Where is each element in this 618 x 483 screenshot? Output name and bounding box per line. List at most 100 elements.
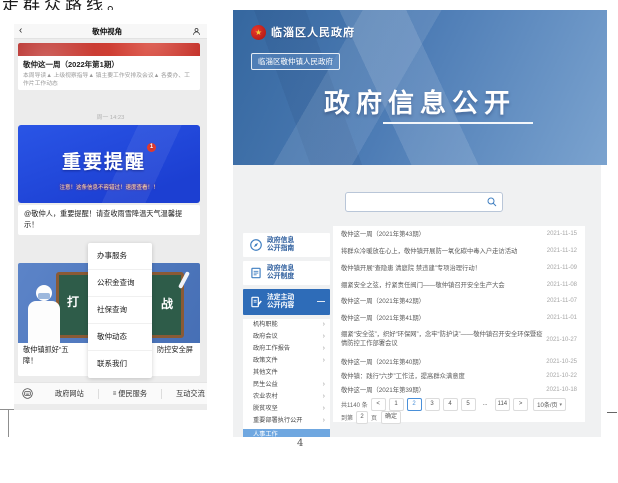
goto-confirm-button[interactable]: 确定 xyxy=(381,411,401,424)
sidebar-item-disclosure-guide[interactable]: 政府信息公开指南 xyxy=(243,233,330,257)
menu-lines-icon: ≡ xyxy=(113,391,117,397)
chevron-right-icon: › xyxy=(323,415,325,427)
collapse-minus-icon[interactable]: — xyxy=(317,297,325,306)
chalkboard-text-right: 战 xyxy=(161,295,173,312)
doctor-mask xyxy=(38,293,50,299)
article-card-weekly[interactable]: 敬仲这一周（2022年第1期） 本周导读▲ 上级视察指导▲ 镇主要工作安排及会议… xyxy=(18,43,200,90)
list-item-date: 2021-11-09 xyxy=(547,265,577,271)
pagination-page-4[interactable]: 4 xyxy=(443,398,458,411)
pagination-page-2-active[interactable]: 2 xyxy=(407,398,422,411)
list-item[interactable]: 敬仲这一周（2021年第40期）2021-10-25 xyxy=(341,358,577,370)
list-item[interactable]: 敬仲镇：践行“六步”工作法，提高群众满意度2021-10-22 xyxy=(341,372,577,384)
pagination: 共1140 条 < 1 2 3 4 5 ... 114 > 10条/页 ▾ xyxy=(341,398,577,411)
account-title: 敬仲视角 xyxy=(22,26,192,37)
chevron-right-icon: › xyxy=(323,331,325,343)
alert-caption-card[interactable]: @敬仲人，重要提醒！请查收雨雪降温天气温馨提示！ xyxy=(18,205,200,235)
menu-item-fund-query[interactable]: 公积金查询 xyxy=(88,270,152,297)
wechat-bottom-toolbar: 政府网站 ≡ 便民服务 互动交流 xyxy=(14,382,207,404)
list-item[interactable]: 敬仲这一周（2021年第39期）2021-10-18 xyxy=(341,386,577,398)
submenu-item-active[interactable]: 人事工作 xyxy=(243,429,330,437)
list-item-date: 2021-11-12 xyxy=(547,248,577,254)
alert-headline: 重要提醒1 xyxy=(18,147,200,174)
toolbar-divider xyxy=(161,389,162,399)
submenu-item[interactable]: 民生公益› xyxy=(243,379,330,391)
list-item-date: 2021-10-27 xyxy=(546,337,577,343)
table-border-artifact xyxy=(8,409,9,437)
chevron-right-icon: › xyxy=(323,391,325,403)
submenu-item[interactable]: 机构职能› xyxy=(243,319,330,331)
gov-content-area: 政府信息公开指南 政府信息公开制度 法定主动公开内容 — 机构职能› 政府会议›… xyxy=(233,165,601,437)
list-item[interactable]: 绷紧安全之弦，拧紧责任阀门——敬仲镇召开安全生产大会2021-11-08 xyxy=(341,281,577,293)
alert-banner-card[interactable]: 重要提醒1 注意！这条信息不容错过！速度查看！！ xyxy=(18,125,200,203)
pagination-next[interactable]: > xyxy=(513,398,528,411)
pagination-total: 共1140 条 xyxy=(341,400,368,409)
article-title: 敬仲这一周（2022年第1期） xyxy=(23,59,195,70)
submenu-item[interactable]: 脱贫攻坚› xyxy=(243,403,330,415)
submenu-item[interactable]: 政策文件› xyxy=(243,355,330,367)
list-item[interactable]: 敬仲这一周（2021年第43期）2021-11-15 xyxy=(341,230,577,242)
toolbar-divider xyxy=(98,389,99,399)
goto-page-input[interactable]: 2 xyxy=(356,411,368,424)
chevron-right-icon: › xyxy=(323,319,325,331)
promo-caption-right: 防控安全屏 xyxy=(157,345,193,356)
chevron-right-icon: › xyxy=(323,343,325,355)
sidebar-item-disclosure-system[interactable]: 政府信息公开制度 xyxy=(243,261,330,285)
search-input[interactable] xyxy=(350,195,484,210)
compass-icon xyxy=(249,238,263,252)
promo-caption-line2: 障！ xyxy=(23,356,37,365)
article-description: 本周导读▲ 上级视察指导▲ 镇主要工作安排及会议▲ 各委办、工作片工作动态 xyxy=(23,72,195,89)
menu-item-social-security[interactable]: 社保查询 xyxy=(88,297,152,324)
back-chevron-icon[interactable]: ‹ xyxy=(14,24,22,38)
wechat-navbar: ‹ 敬仲视角 xyxy=(14,24,207,39)
per-page-select[interactable]: 10条/页 ▾ xyxy=(533,398,566,411)
list-item-date: 2021-11-07 xyxy=(547,298,577,304)
list-item[interactable]: 敬仲镇开展“查隐患 清庭院 禁违建”专项治理行动！2021-11-09 xyxy=(341,264,577,276)
account-menu-popup: 办事服务 公积金查询 社保查询 敬仲动态 联系我们 xyxy=(88,243,152,378)
promo-caption-left: 敬仲镇抓好“五 xyxy=(23,345,69,354)
submenu-item[interactable]: 政府工作报告› xyxy=(243,343,330,355)
list-item[interactable]: 敬仲这一周（2021年第42期）2021-11-07 xyxy=(341,297,577,309)
submenu-item[interactable]: 其他文件 xyxy=(243,367,330,379)
list-item[interactable]: 将群众冷暖放在心上，敬仲镇开展防一氧化碳中毒入户走访活动2021-11-12 xyxy=(341,247,577,259)
document-page-number: 4 xyxy=(297,438,303,449)
toolbar-interaction[interactable]: 互动交流 xyxy=(176,389,205,399)
gov-site-panel: ★ 临淄区人民政府 临淄区敬仲镇人民政府 政府信息公开 政府信息公开指南 xyxy=(233,10,607,437)
gov-header-banner: ★ 临淄区人民政府 临淄区敬仲镇人民政府 政府信息公开 xyxy=(233,10,607,165)
toolbar-citizen-services[interactable]: 便民服务 xyxy=(118,389,147,399)
pagination-prev[interactable]: < xyxy=(371,398,386,411)
chat-timestamp: 周一 14:23 xyxy=(14,112,207,121)
keyboard-icon[interactable] xyxy=(22,388,33,399)
chevron-right-icon: › xyxy=(323,355,325,367)
sidebar-item-statutory-disclosure[interactable]: 法定主动公开内容 — xyxy=(243,289,330,315)
person-icon[interactable] xyxy=(192,27,201,36)
menu-item-services[interactable]: 办事服务 xyxy=(88,243,152,270)
chalkboard-text-left: 打 xyxy=(67,293,79,310)
article-banner-image xyxy=(18,43,200,56)
submenu-item[interactable]: 农业农村› xyxy=(243,391,330,403)
toolbar-gov-website[interactable]: 政府网站 xyxy=(55,389,84,399)
pagination-page-114[interactable]: 114 xyxy=(495,398,511,411)
pagination-page-3[interactable]: 3 xyxy=(425,398,440,411)
menu-item-contact[interactable]: 联系我们 xyxy=(88,351,152,377)
pagination-page-1[interactable]: 1 xyxy=(389,398,404,411)
submenu-item[interactable]: 政府会议› xyxy=(243,331,330,343)
list-item-date: 2021-10-18 xyxy=(546,387,577,393)
gov-logo-row[interactable]: ★ 临淄区人民政府 xyxy=(251,24,355,40)
list-item-date: 2021-10-25 xyxy=(546,359,577,365)
list-item[interactable]: 绷紧“安全弦”，织好“环保网”，念牢“防护诀”——敬仲镇召开安全环保暨疫情防控工… xyxy=(341,330,577,356)
gov-site-name: 临淄区人民政府 xyxy=(271,24,355,40)
title-underline xyxy=(383,122,533,124)
submenu-item[interactable]: 重要部署执行公开› xyxy=(243,415,330,427)
search-icon[interactable] xyxy=(486,196,498,208)
doctor-figure xyxy=(28,301,60,343)
list-item[interactable]: 敬仲这一周（2021年第41期）2021-11-01 xyxy=(341,314,577,326)
pagination-page-5[interactable]: 5 xyxy=(461,398,476,411)
chevron-right-icon: › xyxy=(323,379,325,391)
list-item-date: 2021-11-01 xyxy=(547,315,577,321)
notification-badge: 1 xyxy=(147,143,156,152)
search-bar xyxy=(345,192,503,212)
caret-down-icon: ▾ xyxy=(560,402,563,408)
org-badge-button[interactable]: 临淄区敬仲镇人民政府 xyxy=(251,53,340,70)
menu-item-news[interactable]: 敬仲动态 xyxy=(88,324,152,351)
sidebar-submenu: 机构职能› 政府会议› 政府工作报告› 政策文件› 其他文件 民生公益› 农业农… xyxy=(243,319,330,437)
